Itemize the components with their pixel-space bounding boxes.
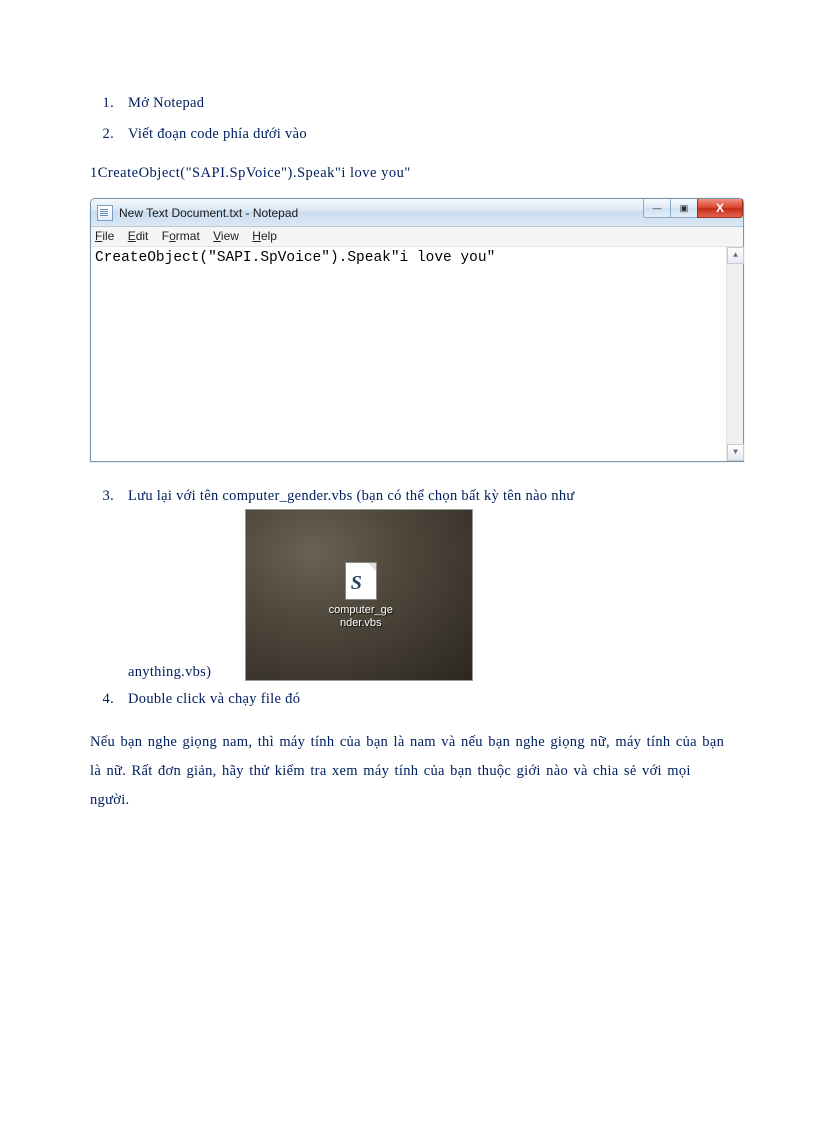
- notepad-menubar: File Edit Format View Help: [91, 227, 743, 247]
- step-text: Viết đoạn code phía dưới vào: [128, 126, 307, 143]
- closing-paragraph: Nếu bạn nghe giọng nam, thì máy tính của…: [90, 728, 726, 815]
- step-text: Mở Notepad: [128, 95, 204, 112]
- notepad-content: CreateObject("SAPI.SpVoice").Speak"i lov…: [95, 250, 495, 266]
- window-controls: — ▣ X: [644, 199, 743, 219]
- scroll-down-icon[interactable]: ▼: [727, 444, 744, 461]
- notepad-text-area[interactable]: CreateObject("SAPI.SpVoice").Speak"i lov…: [91, 247, 743, 461]
- file-label: computer_ge nder.vbs: [326, 604, 396, 630]
- step-2: 2. Viết đoạn code phía dưới vào: [90, 126, 726, 143]
- step-3-text-b: anything.vbs): [128, 664, 211, 680]
- step-text: Double click và chạy file đó: [128, 691, 300, 708]
- menu-file[interactable]: File: [95, 229, 114, 243]
- step-4: 4. Double click và chạy file đó: [90, 691, 726, 708]
- script-glyph: S: [351, 572, 362, 595]
- notepad-title: New Text Document.txt - Notepad: [119, 206, 298, 220]
- step-number: 3.: [90, 488, 114, 505]
- menu-edit[interactable]: Edit: [128, 229, 149, 243]
- step-number: 1.: [90, 95, 114, 112]
- inline-code-sample: 1CreateObject("SAPI.SpVoice").Speak"i lo…: [90, 165, 726, 182]
- step-number: 2.: [90, 126, 114, 143]
- desktop-screenshot: S computer_ge nder.vbs: [245, 509, 473, 681]
- step-3-continuation: anything.vbs) S computer_ge nder.vbs: [128, 509, 726, 681]
- close-button[interactable]: X: [697, 199, 743, 218]
- vbs-file-icon[interactable]: S computer_ge nder.vbs: [326, 562, 396, 630]
- vertical-scrollbar[interactable]: ▲ ▼: [726, 247, 743, 461]
- minimize-button[interactable]: —: [643, 199, 671, 218]
- scroll-up-icon[interactable]: ▲: [727, 247, 744, 264]
- notepad-titlebar: New Text Document.txt - Notepad — ▣ X: [91, 199, 743, 227]
- menu-help[interactable]: Help: [252, 229, 277, 243]
- menu-format[interactable]: Format: [162, 229, 200, 243]
- maximize-button[interactable]: ▣: [670, 199, 698, 218]
- notepad-window: New Text Document.txt - Notepad — ▣ X Fi…: [90, 198, 744, 462]
- document-page: 1. Mở Notepad 2. Viết đoạn code phía dướ…: [0, 0, 816, 875]
- step-text: Lưu lại với tên computer_gender.vbs (bạn…: [128, 488, 575, 505]
- step-number: 4.: [90, 691, 114, 708]
- menu-view[interactable]: View: [213, 229, 239, 243]
- step-3: 3. Lưu lại với tên computer_gender.vbs (…: [90, 488, 726, 505]
- notepad-icon: [97, 205, 113, 221]
- script-file-icon: S: [345, 562, 377, 600]
- step-1: 1. Mở Notepad: [90, 95, 726, 112]
